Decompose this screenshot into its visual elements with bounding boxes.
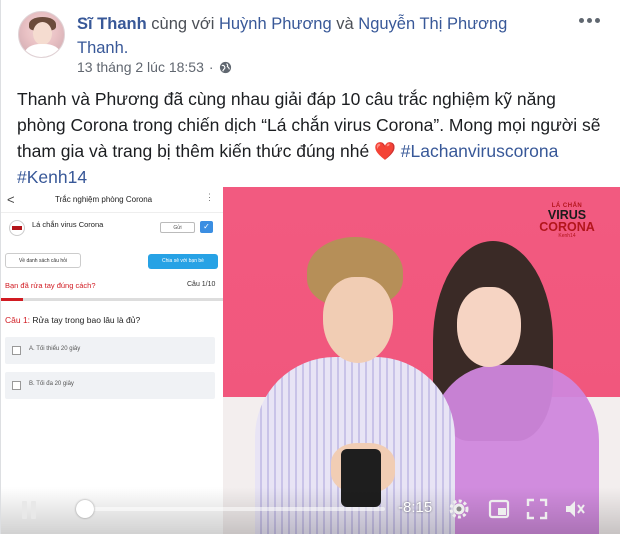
video-player[interactable]: < Trắc nghiệm phòng Corona ⋮ Lá chắn vir… xyxy=(1,187,620,534)
question-counter: Câu 1/10 xyxy=(187,281,216,288)
option-b-text: B. Tối đa 20 giây xyxy=(29,381,74,387)
facebook-post: Sĩ Thanh cùng với Huỳnh Phương và Nguyễn… xyxy=(0,0,620,534)
seek-handle[interactable] xyxy=(76,500,94,518)
quiz-progress-fill xyxy=(1,298,24,301)
quiz-topbar: < Trắc nghiệm phòng Corona ⋮ xyxy=(1,187,223,213)
campaign-logo: LÁ CHẮN VIRUS CORONA Kenh14 xyxy=(537,203,597,245)
question-text: Rửa tay trong bao lâu là đủ? xyxy=(32,315,141,325)
quiz-screen: < Trắc nghiệm phòng Corona ⋮ Lá chắn vir… xyxy=(1,187,223,534)
more-dot xyxy=(586,17,592,23)
hashtag-kenh14[interactable]: #Kenh14 xyxy=(17,167,87,187)
avatar-body xyxy=(25,44,60,57)
heart-emoji: ❤️ xyxy=(374,141,396,161)
question: Câu 1: Rửa tay trong bao lâu là đủ? xyxy=(5,315,140,325)
post-timestamp[interactable]: 13 tháng 2 lúc 18:53 xyxy=(77,59,204,75)
settings-icon[interactable] xyxy=(447,497,471,521)
post-text: Thanh và Phương đã cùng nhau giải đáp 10… xyxy=(17,86,609,190)
tagged-user-1[interactable]: Huỳnh Phương xyxy=(219,15,332,33)
checkbox-icon xyxy=(12,346,21,355)
option-b: B. Tối đa 20 giây xyxy=(5,372,215,399)
man-face xyxy=(323,277,393,363)
volume-icon[interactable] xyxy=(563,497,587,521)
pause-icon[interactable] xyxy=(21,501,37,519)
page-logo xyxy=(9,220,25,236)
with-text: cùng với xyxy=(151,15,215,33)
share-button: Chia sẻ với bạn bè xyxy=(148,254,218,269)
fullscreen-icon[interactable] xyxy=(525,497,549,521)
pause-bar xyxy=(31,501,36,519)
globe-icon[interactable] xyxy=(219,61,232,74)
video-controls: -8:15 xyxy=(1,487,620,534)
picture-in-picture-icon[interactable] xyxy=(487,497,511,521)
page-name: Lá chắn virus Corona xyxy=(32,220,104,229)
menu-icon: ⋮ xyxy=(205,192,214,202)
time-remaining: -8:15 xyxy=(398,499,433,516)
post-meta: 13 tháng 2 lúc 18:53 · xyxy=(77,59,232,75)
separator-dot: · xyxy=(208,59,214,75)
quiz-title: Trắc nghiệm phòng Corona xyxy=(55,195,153,204)
more-options-icon[interactable] xyxy=(575,10,603,30)
question-number: Câu 1: xyxy=(5,315,31,325)
hashtag-lachanviruscorona[interactable]: #Lachanviruscorona xyxy=(401,141,559,161)
more-dot xyxy=(578,17,584,23)
logo-line2: CORONA xyxy=(539,220,595,234)
author-name[interactable]: Sĩ Thanh xyxy=(77,15,147,33)
quiz-progress-bar xyxy=(1,298,223,301)
back-arrow-icon: < xyxy=(7,192,15,207)
avatar-face xyxy=(33,22,52,45)
seek-bar[interactable] xyxy=(76,500,385,518)
and-text: và xyxy=(336,15,354,33)
checkbox-icon xyxy=(12,381,21,390)
author-avatar[interactable] xyxy=(18,11,65,58)
check-icon: ✓ xyxy=(200,221,213,233)
question-list-button: Về danh sách câu hỏi xyxy=(5,253,81,268)
question-header: Bạn đã rửa tay đúng cách? xyxy=(5,281,96,290)
pause-bar xyxy=(22,501,27,519)
video-scene: LÁ CHẮN VIRUS CORONA Kenh14 xyxy=(223,187,620,534)
option-a: A. Tối thiểu 20 giây xyxy=(5,337,215,364)
woman-face xyxy=(457,287,521,367)
post-header: Sĩ Thanh cùng với Huỳnh Phương và Nguyễn… xyxy=(77,12,557,60)
send-button: Gửi xyxy=(160,222,195,233)
more-dot xyxy=(594,17,600,23)
option-a-text: A. Tối thiểu 20 giây xyxy=(29,346,81,352)
